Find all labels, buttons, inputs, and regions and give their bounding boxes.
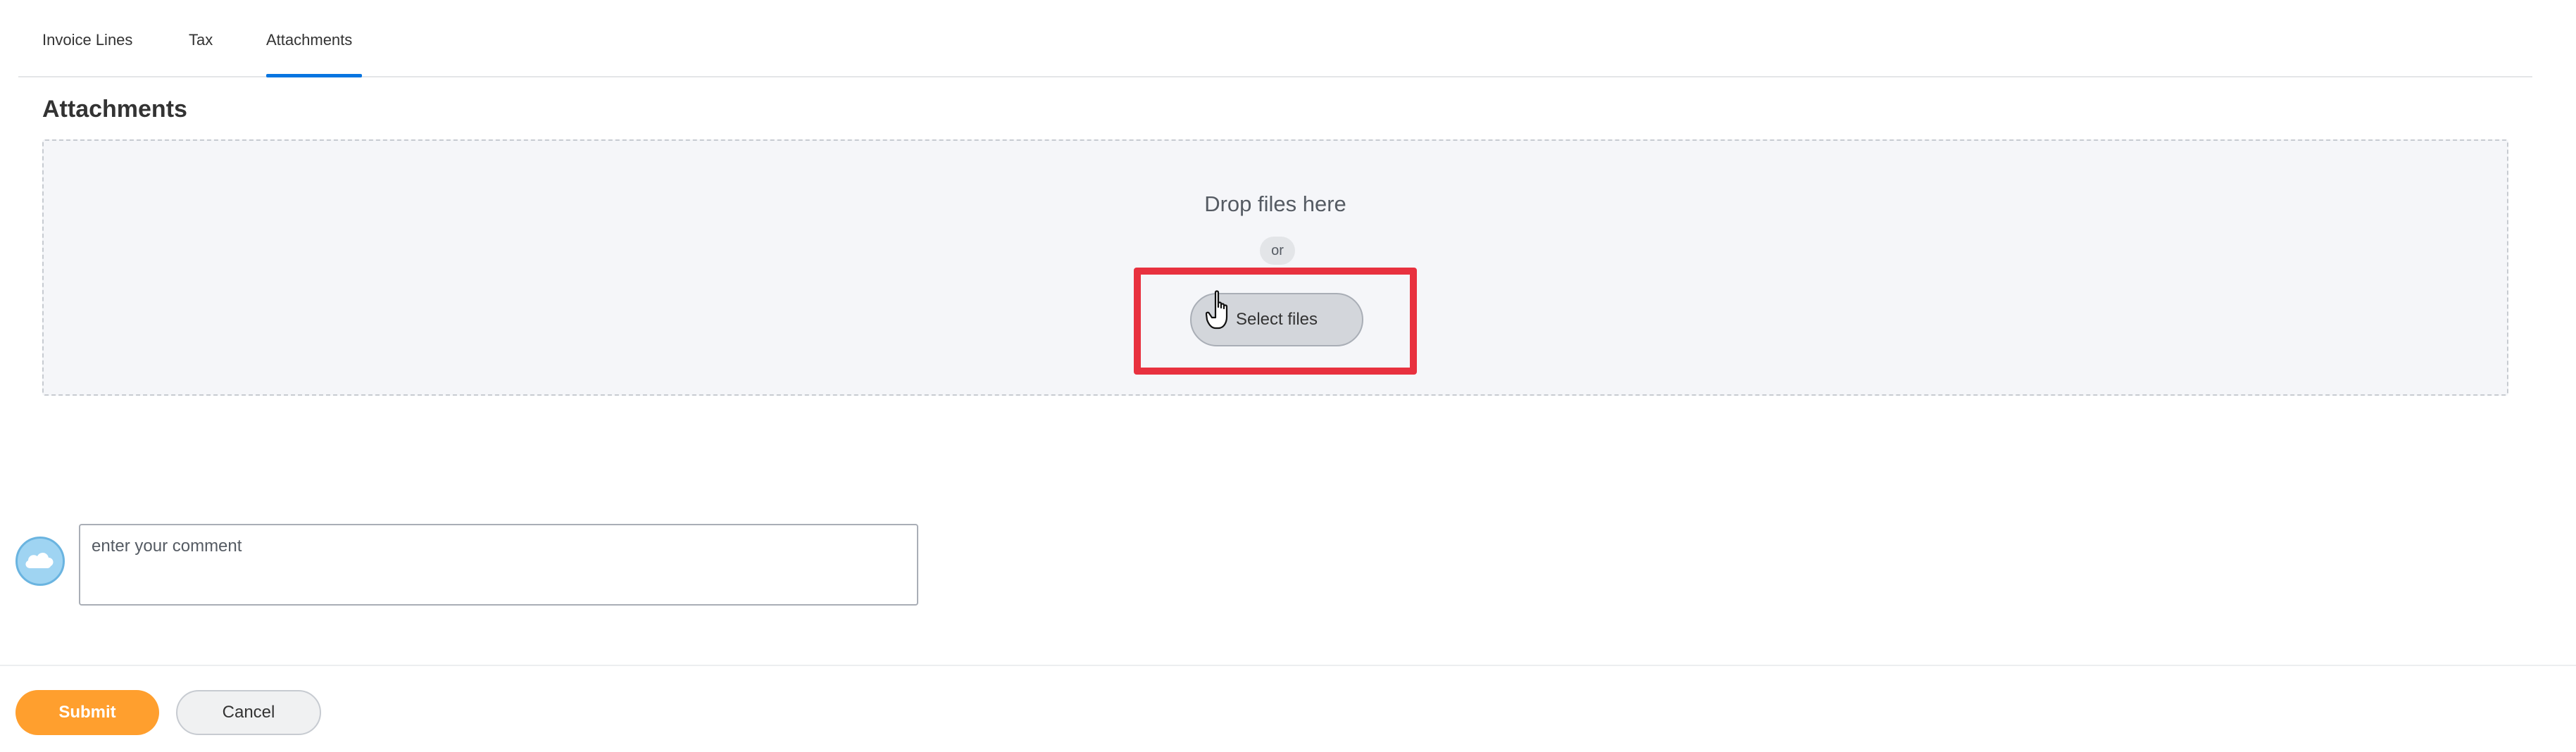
drop-files-text: Drop files here [1204,192,1346,216]
footer-divider [0,665,2576,666]
active-tab-indicator [266,74,362,77]
tab-tax[interactable]: Tax [189,31,213,49]
comment-input[interactable] [79,524,918,606]
cancel-button[interactable]: Cancel [176,690,321,735]
avatar [15,537,65,586]
tab-attachments[interactable]: Attachments [266,31,352,49]
or-separator: or [1260,237,1295,265]
submit-button[interactable]: Submit [15,690,159,735]
hand-pointer-icon [1206,290,1228,330]
page: Invoice Lines Tax Attachments Attachment… [0,0,2576,752]
tab-bar: Invoice Lines Tax Attachments [18,0,2532,77]
cloud-icon [25,552,54,568]
tab-invoice-lines[interactable]: Invoice Lines [42,31,132,49]
section-title: Attachments [42,96,187,123]
highlight-annotation-box [1134,268,1417,375]
